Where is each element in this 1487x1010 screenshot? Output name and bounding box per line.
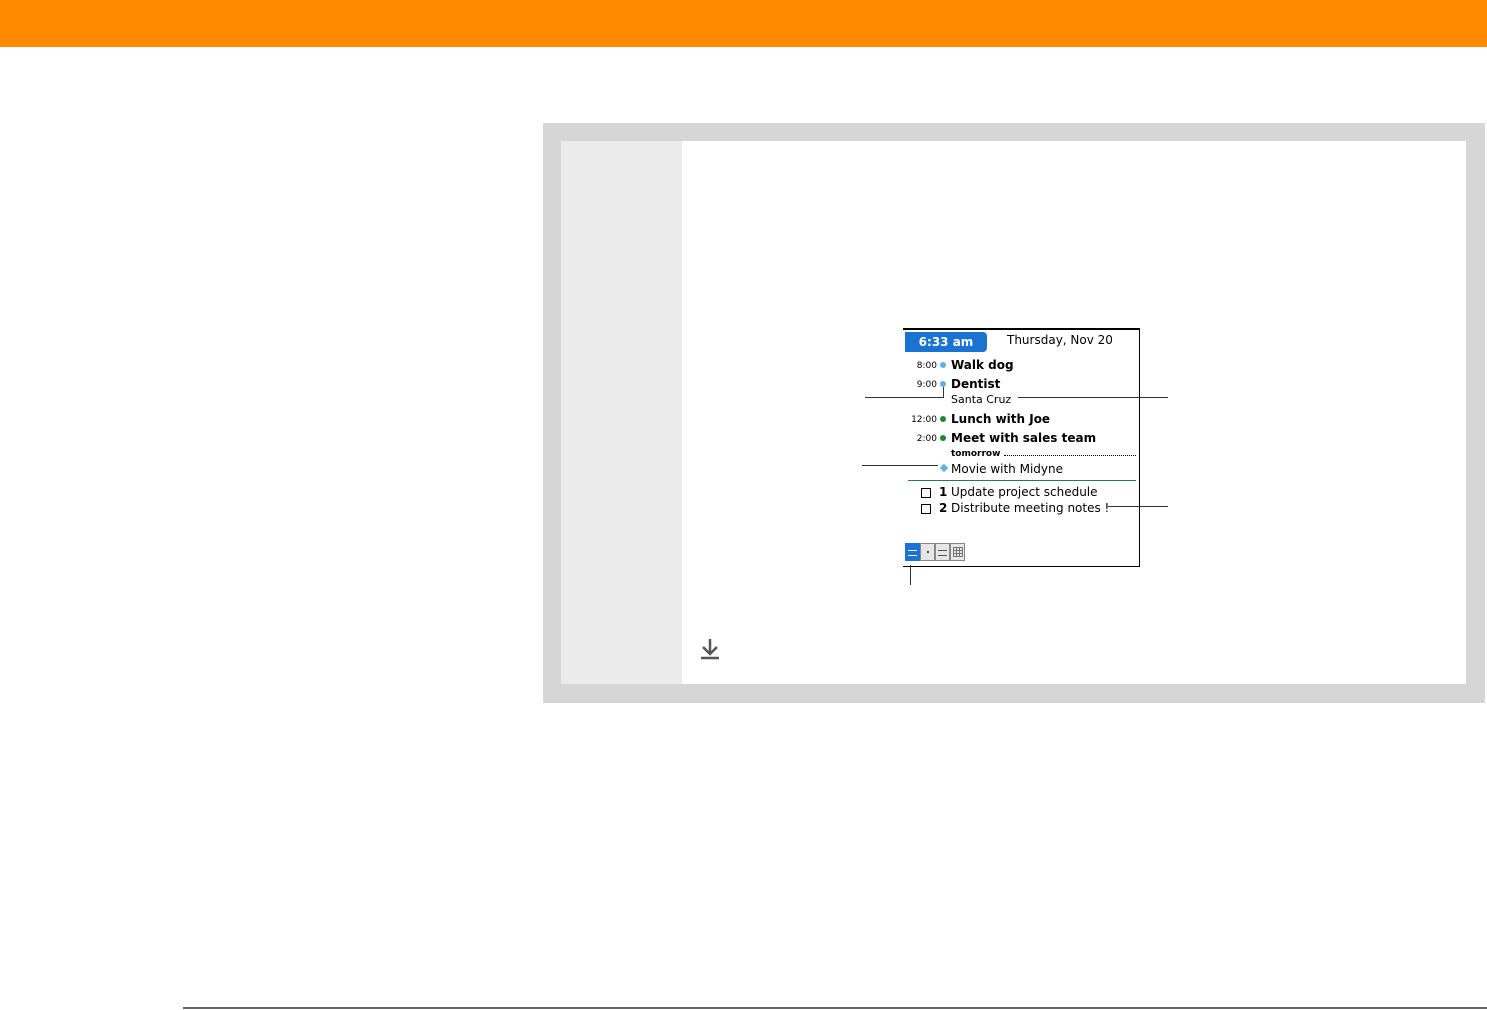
task-label: Update project schedule (951, 485, 1098, 499)
appointment-time: 2:00 (916, 434, 937, 444)
appointment-time: 8:00 (916, 361, 937, 371)
view-selector (905, 543, 965, 561)
bottom-rule (183, 1007, 1487, 1009)
month-view-icon[interactable] (950, 543, 965, 561)
callout-line-dot (865, 397, 943, 398)
top-bar (0, 0, 1487, 47)
appointment-location: Santa Cruz (951, 393, 1012, 406)
tasks-divider (908, 480, 1136, 481)
appointment-row[interactable]: 2:00 Meet with sales team (903, 430, 1139, 448)
appointment-row[interactable]: 12:00 Lunch with Joe (903, 411, 1139, 429)
callout-line-location (1018, 397, 1168, 398)
task-row[interactable]: 2 Distribute meeting notes ! (921, 501, 1136, 517)
category-dot-icon (940, 416, 946, 422)
appointment-title: Dentist (951, 377, 1001, 391)
category-dot-icon (940, 362, 946, 368)
task-row[interactable]: 1 Update project schedule (921, 485, 1136, 501)
callout-line-untimed (862, 465, 938, 466)
time-display[interactable]: 6:33 am (905, 332, 987, 352)
appointment-time: 9:00 (916, 380, 937, 390)
callout-line-dot-vertical (943, 387, 944, 398)
download-arrow-icon (701, 639, 719, 660)
date-label: Thursday, Nov 20 (1007, 333, 1113, 347)
appointment-title: Lunch with Joe (951, 412, 1051, 426)
sidebar-column (561, 141, 682, 684)
appointment-row[interactable]: 9:00 Dentist (903, 376, 1139, 394)
callout-line-alarm (1108, 506, 1168, 507)
untimed-event[interactable]: Movie with Midyne (951, 462, 1063, 476)
task-checkbox[interactable] (921, 504, 931, 514)
task-priority: 2 (939, 501, 948, 515)
day-view-icon[interactable] (920, 543, 935, 561)
callout-line-view (910, 565, 911, 585)
tomorrow-divider (1004, 455, 1136, 456)
category-dot-icon (940, 435, 946, 441)
tomorrow-label: tomorrow (951, 449, 1001, 459)
appointment-row[interactable]: 8:00 Walk dog (903, 357, 1139, 375)
agenda-view-icon[interactable] (905, 543, 920, 561)
agenda-screen: 6:33 am Thursday, Nov 20 8:00 Walk dog 9… (903, 328, 1140, 567)
appointment-title: Walk dog (951, 358, 1014, 372)
task-priority: 1 (939, 485, 948, 499)
appointment-time: 12:00 (911, 415, 937, 425)
task-checkbox[interactable] (921, 488, 931, 498)
appointment-title: Meet with sales team (951, 431, 1097, 445)
task-label: Distribute meeting notes ! (951, 501, 1110, 515)
untimed-event-diamond-icon (939, 463, 949, 473)
week-view-icon[interactable] (935, 543, 950, 561)
